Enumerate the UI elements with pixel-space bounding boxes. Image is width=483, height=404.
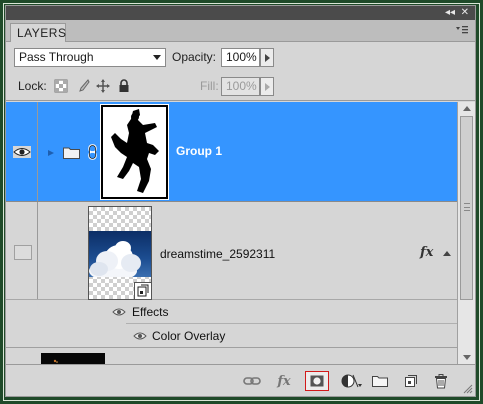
lock-all-icon[interactable] xyxy=(117,79,131,93)
blend-mode-select[interactable]: Pass Through xyxy=(14,48,166,67)
panel-tabstrip: LAYERS xyxy=(6,20,475,42)
lock-position-icon[interactable] xyxy=(96,79,110,93)
new-adjustment-layer-button[interactable] xyxy=(339,372,365,390)
new-layer-button[interactable] xyxy=(401,372,421,390)
close-panel-icon[interactable]: ✕ xyxy=(461,6,469,20)
opacity-field[interactable]: 100% xyxy=(221,48,260,67)
adjustment-layer-icon xyxy=(341,374,362,388)
lock-fill-row: Lock: Fill: 100% xyxy=(6,71,475,101)
blend-mode-value: Pass Through xyxy=(19,50,94,64)
folder-icon xyxy=(63,147,80,159)
window-frame: ◂◂ ✕ LAYERS Pass Through Opacity: 100% L… xyxy=(0,0,483,404)
layers-panel: ◂◂ ✕ LAYERS Pass Through Opacity: 100% L… xyxy=(5,5,476,397)
effects-label: Effects xyxy=(132,305,169,319)
visibility-toggle-empty[interactable] xyxy=(14,245,32,260)
lock-transparent-pixels-icon[interactable] xyxy=(54,79,68,93)
blend-opacity-row: Pass Through Opacity: 100% xyxy=(6,43,475,71)
scroll-down-icon[interactable] xyxy=(463,355,471,360)
lock-image-pixels-icon[interactable] xyxy=(76,79,90,93)
link-layers-button[interactable] xyxy=(242,372,262,390)
opacity-slider-button[interactable] xyxy=(260,48,274,67)
trash-icon xyxy=(435,373,447,388)
fill-slider-button[interactable] xyxy=(260,77,274,96)
new-group-folder-icon xyxy=(372,376,388,387)
visibility-column xyxy=(6,202,38,299)
link-icon xyxy=(243,377,261,385)
layer-row-smart-object[interactable]: dreamstime_2592311 fx xyxy=(6,202,457,300)
new-layer-icon xyxy=(405,375,417,387)
delete-layer-button[interactable] xyxy=(431,372,451,390)
dark-image-thumbnail xyxy=(41,353,105,364)
fx-icon: fx xyxy=(420,245,434,260)
scroll-thumb[interactable] xyxy=(460,116,473,300)
visibility-column xyxy=(6,102,38,201)
add-layer-style-button[interactable]: fx xyxy=(274,372,294,390)
layer-row-group[interactable]: Group 1 xyxy=(6,102,457,202)
cloud-icon xyxy=(89,241,141,277)
layer-name[interactable]: Group 1 xyxy=(176,144,222,158)
layer-thumbnail[interactable] xyxy=(41,353,105,364)
panel-menu-glyph xyxy=(456,26,468,34)
add-layer-mask-button[interactable] xyxy=(305,371,329,391)
scroll-grip xyxy=(464,203,470,211)
layer-name[interactable]: dreamstime_2592311 xyxy=(160,247,275,261)
color-overlay-eye-icon[interactable] xyxy=(133,331,147,341)
panel-menu-icon[interactable] xyxy=(455,24,469,36)
smart-object-badge xyxy=(134,282,152,300)
vertical-scrollbar[interactable] xyxy=(457,102,475,364)
fill-label: Fill: xyxy=(200,79,219,93)
layers-list: Group 1 dreamstime_2592311 fx Effects Co… xyxy=(6,102,457,364)
panel-titlebar: ◂◂ ✕ xyxy=(6,6,475,20)
layer-mask-icon xyxy=(310,375,324,387)
cloud-image xyxy=(89,231,151,277)
tab-layers[interactable]: LAYERS xyxy=(10,23,66,42)
group-mask-thumbnail[interactable] xyxy=(101,105,168,199)
effects-eye-icon[interactable] xyxy=(112,307,126,317)
scroll-up-icon[interactable] xyxy=(463,106,471,111)
collapse-panel-icon[interactable]: ◂◂ xyxy=(445,6,455,20)
panel-footer: fx xyxy=(6,364,475,396)
color-overlay-label: Color Overlay xyxy=(152,329,226,343)
fill-field[interactable]: 100% xyxy=(221,77,260,96)
dancer-silhouette-icon xyxy=(111,109,159,193)
lock-label: Lock: xyxy=(18,79,47,93)
smart-object-icon xyxy=(137,284,149,297)
new-group-button[interactable] xyxy=(370,372,390,390)
effect-row-color-overlay[interactable]: Color Overlay xyxy=(6,324,457,348)
effects-header-row[interactable]: Effects xyxy=(6,300,457,324)
opacity-label: Opacity: xyxy=(172,50,217,64)
expand-triangle-icon[interactable] xyxy=(47,149,55,157)
eye-icon[interactable] xyxy=(13,146,31,158)
resize-grip-icon[interactable] xyxy=(463,384,473,394)
effects-collapse-icon[interactable] xyxy=(443,251,451,256)
layer-row-partial[interactable] xyxy=(6,348,457,364)
chevron-down-icon xyxy=(153,55,161,60)
chain-link-icon xyxy=(88,144,97,160)
